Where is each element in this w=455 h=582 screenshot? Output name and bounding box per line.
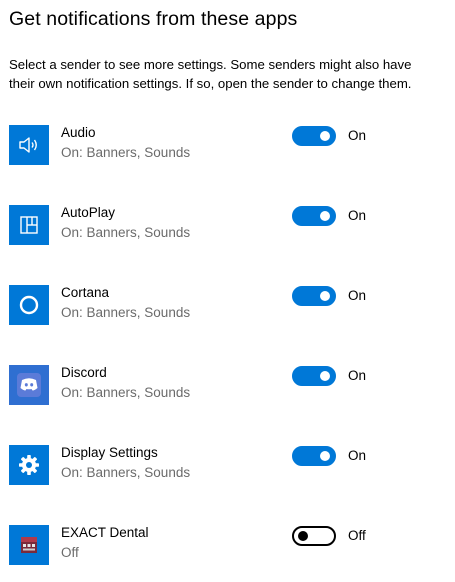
exact-dental-notification-toggle[interactable] — [292, 526, 336, 546]
discord-notification-toggle[interactable] — [292, 366, 336, 386]
toggle-knob — [320, 291, 330, 301]
app-name: EXACT Dental — [61, 525, 149, 540]
speaker-icon — [9, 125, 49, 165]
toggle-state-label: On — [348, 128, 367, 143]
display-settings-notification-toggle[interactable] — [292, 446, 336, 466]
toggle-state-label: Off — [348, 528, 366, 543]
app-name: Discord — [61, 365, 107, 380]
discord-icon — [9, 365, 49, 405]
toggle-knob — [320, 371, 330, 381]
cortana-notification-toggle[interactable] — [292, 286, 336, 306]
toggle-state-label: On — [348, 208, 367, 223]
app-name: AutoPlay — [61, 205, 116, 220]
app-status: Off — [61, 545, 79, 560]
app-name: Display Settings — [61, 445, 158, 460]
app-row-discord[interactable]: Discord On: Banners, Sounds On — [0, 365, 455, 425]
app-name: Cortana — [61, 285, 110, 300]
app-name: Audio — [61, 125, 96, 140]
app-row-exact-dental[interactable]: EXACT Dental Off Off — [0, 525, 455, 582]
toggle-knob — [320, 131, 330, 141]
app-status: On: Banners, Sounds — [61, 305, 191, 320]
section-description: Select a sender to see more settings. So… — [9, 55, 449, 93]
app-row-autoplay[interactable]: AutoPlay On: Banners, Sounds On — [0, 205, 455, 265]
section-title: Get notifications from these apps — [9, 8, 298, 30]
app-status: On: Banners, Sounds — [61, 145, 191, 160]
app-row-cortana[interactable]: Cortana On: Banners, Sounds On — [0, 285, 455, 345]
app-row-display-settings[interactable]: Display Settings On: Banners, Sounds On — [0, 445, 455, 505]
toggle-state-label: On — [348, 288, 367, 303]
autoplay-icon — [9, 205, 49, 245]
app-row-audio[interactable]: Audio On: Banners, Sounds On — [0, 125, 455, 185]
exact-dental-icon — [9, 525, 49, 565]
cortana-icon — [9, 285, 49, 325]
toggle-state-label: On — [348, 368, 367, 383]
app-status: On: Banners, Sounds — [61, 385, 191, 400]
description-line-2: their own notification settings. If so, … — [9, 76, 412, 91]
gear-icon — [9, 445, 49, 485]
toggle-knob — [320, 451, 330, 461]
app-status: On: Banners, Sounds — [61, 225, 191, 240]
toggle-knob — [298, 531, 308, 541]
description-line-1: Select a sender to see more settings. So… — [9, 57, 412, 72]
toggle-state-label: On — [348, 448, 367, 463]
toggle-knob — [320, 211, 330, 221]
autoplay-notification-toggle[interactable] — [292, 206, 336, 226]
app-status: On: Banners, Sounds — [61, 465, 191, 480]
audio-notification-toggle[interactable] — [292, 126, 336, 146]
